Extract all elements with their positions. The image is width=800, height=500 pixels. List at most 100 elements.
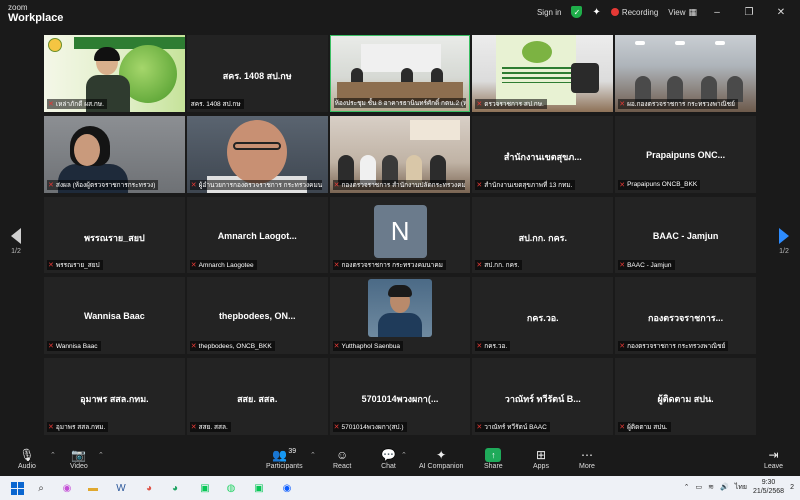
- audio-label: Audio: [18, 463, 36, 470]
- mic-muted-icon: ✕: [333, 262, 340, 270]
- participant-label: ✕ BAAC - Jamjun: [618, 260, 675, 271]
- participant-label: ✕ กองตรวจราชการ กระทรวงคมนาคม: [332, 260, 446, 271]
- mic-muted-icon: ✕: [476, 100, 483, 108]
- sign-in-link[interactable]: Sign in: [537, 8, 561, 17]
- previous-page-button[interactable]: 1/2: [8, 228, 24, 255]
- participant-tile[interactable]: thepbodees, ON... ✕ thepbodees, ONCB_BKK: [186, 277, 328, 355]
- participant-name: กองตรวจราชการ...: [648, 313, 724, 324]
- participant-tile[interactable]: ✕ กองตรวจราชการ สำนักงานปลัดกระทรวงคม...: [329, 115, 471, 193]
- participant-tile[interactable]: สป.กก. กคร. ✕ สป.กก. กคร.: [472, 196, 614, 274]
- leave-button[interactable]: ⇥ Leave: [764, 447, 783, 470]
- windows-logo-icon: [10, 481, 24, 495]
- mic-muted-icon: ✕: [48, 181, 54, 189]
- participant-profile-photo: [367, 279, 432, 338]
- active-speaker-tile[interactable]: ห้องประชุม ชั้น 8 อาคารธานินทร์ศักดิ์ กต…: [329, 35, 471, 112]
- participant-tile[interactable]: พรรณราย_สยป ✕ พรรณราย_สยป: [44, 196, 185, 274]
- mic-muted-icon: ✕: [619, 343, 626, 351]
- participant-tile[interactable]: Amnarch Laogot... ✕ Amnarch Laogotee: [186, 196, 328, 274]
- video-options-caret[interactable]: ⌃: [98, 451, 104, 459]
- word-icon[interactable]: W: [112, 479, 130, 497]
- participant-tile[interactable]: อุมาพร สสล.กทม. ✕ อุมาพร สสล.กทม.: [44, 358, 185, 435]
- line-icon[interactable]: ▣: [196, 479, 214, 497]
- clock[interactable]: 9:30 21/5/2568: [753, 478, 784, 496]
- participants-options-caret[interactable]: ⌃: [310, 451, 316, 459]
- restore-button[interactable]: ❐: [738, 7, 760, 18]
- participant-tile[interactable]: ✕ ตรวจราชการ สป.กษ.: [472, 35, 614, 112]
- participant-label: ✕ วาณัทร์ ทวีรัตน์ BAAC: [475, 421, 550, 432]
- volume-icon[interactable]: 🔊: [720, 483, 729, 491]
- mic-muted-icon: ✕: [48, 423, 54, 431]
- mic-muted-icon: ✕: [48, 100, 54, 108]
- participant-label: ห้องประชุม ชั้น 8 อาคารธานินทร์ศักดิ์ กต…: [333, 97, 466, 108]
- apps-button[interactable]: ⊞ Apps: [533, 447, 549, 470]
- chevron-right-icon: [779, 228, 789, 244]
- mic-muted-icon: ✕: [619, 100, 626, 108]
- participant-name: สป.กก. กคร.: [518, 232, 567, 243]
- more-button[interactable]: ⋯ More: [579, 447, 595, 470]
- share-button[interactable]: ↑ Share: [484, 447, 503, 470]
- participant-name: พรรณราย_สยป: [84, 232, 145, 243]
- participant-tile[interactable]: BAAC - Jamjun ✕ BAAC - Jamjun: [615, 196, 756, 274]
- zoom-taskbar-icon[interactable]: ◉: [278, 479, 296, 497]
- participant-tile[interactable]: ✕ ผอ.กองตรวจราชการ กระทรวงพาณิชย์: [615, 35, 756, 112]
- notification-badge[interactable]: 2: [790, 484, 794, 491]
- participant-name: Prapaipuns ONC...: [646, 149, 726, 160]
- file-explorer-icon[interactable]: ▬: [84, 479, 102, 497]
- audio-options-caret[interactable]: ⌃: [50, 451, 56, 459]
- ai-sparkle-icon[interactable]: ✦: [592, 7, 600, 18]
- ai-companion-button[interactable]: ✦ AI Companion: [419, 447, 463, 470]
- participant-avatar: N: [373, 204, 427, 258]
- participant-tile[interactable]: Prapaipuns ONC... ✕ Prapaipuns ONCB_BKK: [615, 115, 756, 193]
- video-button[interactable]: 📷 Video: [70, 447, 88, 470]
- search-icon[interactable]: ⌕: [32, 479, 50, 497]
- encryption-shield-icon[interactable]: ✓: [571, 6, 583, 18]
- line-app-icon[interactable]: ▣: [250, 479, 268, 497]
- participant-tile[interactable]: ผู้ติดตาม สปน. ✕ ผู้ติดตาม สปน.: [615, 358, 756, 435]
- react-button[interactable]: ☺ React: [333, 447, 351, 470]
- page-indicator-right: 1/2: [779, 248, 789, 255]
- recording-indicator[interactable]: Recording: [610, 8, 658, 17]
- participants-button[interactable]: 👥 39 Participants: [266, 447, 303, 471]
- participant-tile[interactable]: กองตรวจราชการ... ✕ กองตรวจราชการ กระทรวงพ…: [615, 277, 756, 355]
- participant-tile[interactable]: N ✕ กองตรวจราชการ กระทรวงคมนาคม: [329, 196, 471, 274]
- language-indicator[interactable]: ไทย: [735, 482, 747, 493]
- participant-count: 39: [288, 447, 297, 455]
- participant-tile[interactable]: สคร. 1408 สป.กษ สคร. 1408 สป.กษ: [186, 35, 328, 112]
- next-page-button[interactable]: 1/2: [776, 228, 792, 255]
- participant-label: ✕ ผู้อำนวยการกองตรวจราชการ กระทรวงคมนา...: [189, 179, 322, 190]
- participant-tile[interactable]: กคร.วอ. ✕ กคร.วอ.: [472, 277, 614, 355]
- minimize-button[interactable]: –: [706, 7, 728, 18]
- participant-tile[interactable]: ✕ เหล่าภักดี ผส.กษ.: [44, 35, 185, 112]
- chair: [571, 63, 600, 93]
- participant-tile[interactable]: สำนักงานเขตสุขภ... ✕ สำนักงานเขตสุขภาพที่…: [472, 115, 614, 193]
- participant-tile[interactable]: ✕ ผู้อำนวยการกองตรวจราชการ กระทรวงคมนา...: [186, 115, 328, 193]
- chrome-profile-icon[interactable]: ◕: [166, 479, 184, 497]
- mic-muted-icon: ✕: [619, 262, 626, 270]
- wifi-icon[interactable]: ≋: [708, 483, 714, 491]
- chrome-icon[interactable]: ◕: [140, 479, 158, 497]
- battery-icon[interactable]: ▭: [695, 483, 702, 491]
- close-button[interactable]: ✕: [770, 7, 792, 18]
- windows-start-button[interactable]: [8, 479, 26, 497]
- meeting-toolbar: 🎙 Audio ⌃ 📷 Video ⌃ 👥 39 Participants ⌃ ☺…: [0, 443, 800, 476]
- participant-tile[interactable]: ✕ Yutthaphol Saenbua: [329, 277, 471, 355]
- apps-grid-icon: ⊞: [535, 448, 547, 462]
- clock-time: 9:30: [761, 479, 776, 486]
- video-off-icon: 📷: [71, 448, 87, 462]
- copilot-icon[interactable]: ◉: [58, 479, 76, 497]
- react-label: React: [333, 463, 352, 470]
- audio-button[interactable]: 🎙 Audio: [18, 447, 36, 470]
- chat-button[interactable]: 💬 Chat: [381, 447, 396, 470]
- participant-tile[interactable]: Wannisa Baac ✕ Wannisa Baac: [44, 277, 185, 355]
- chat-options-caret[interactable]: ⌃: [401, 451, 407, 459]
- participant-tile[interactable]: วาณัทร์ ทวีรัตน์ B... ✕ วาณัทร์ ทวีรัตน์ …: [472, 358, 614, 435]
- mic-muted-icon: ✕: [476, 423, 483, 431]
- participant-tile[interactable]: ✕ ส่งผล (ห้องผู้ตรวจราชการกระทรวง): [44, 115, 185, 193]
- mic-muted-icon: ✕: [333, 423, 340, 431]
- participant-label: ✕ ส่งผล (ห้องผู้ตรวจราชการกระทรวง): [47, 179, 159, 190]
- view-button[interactable]: View ▦: [668, 7, 697, 18]
- tray-overflow-icon[interactable]: ⌃: [684, 483, 690, 491]
- whatsapp-icon[interactable]: ◍: [222, 479, 240, 497]
- participant-tile[interactable]: สสย. สสล. ✕ สสย. สสล.: [186, 358, 328, 435]
- participant-tile[interactable]: 5701014พวงผกา(... ✕ 5701014พวงผกา(สป.): [329, 358, 471, 435]
